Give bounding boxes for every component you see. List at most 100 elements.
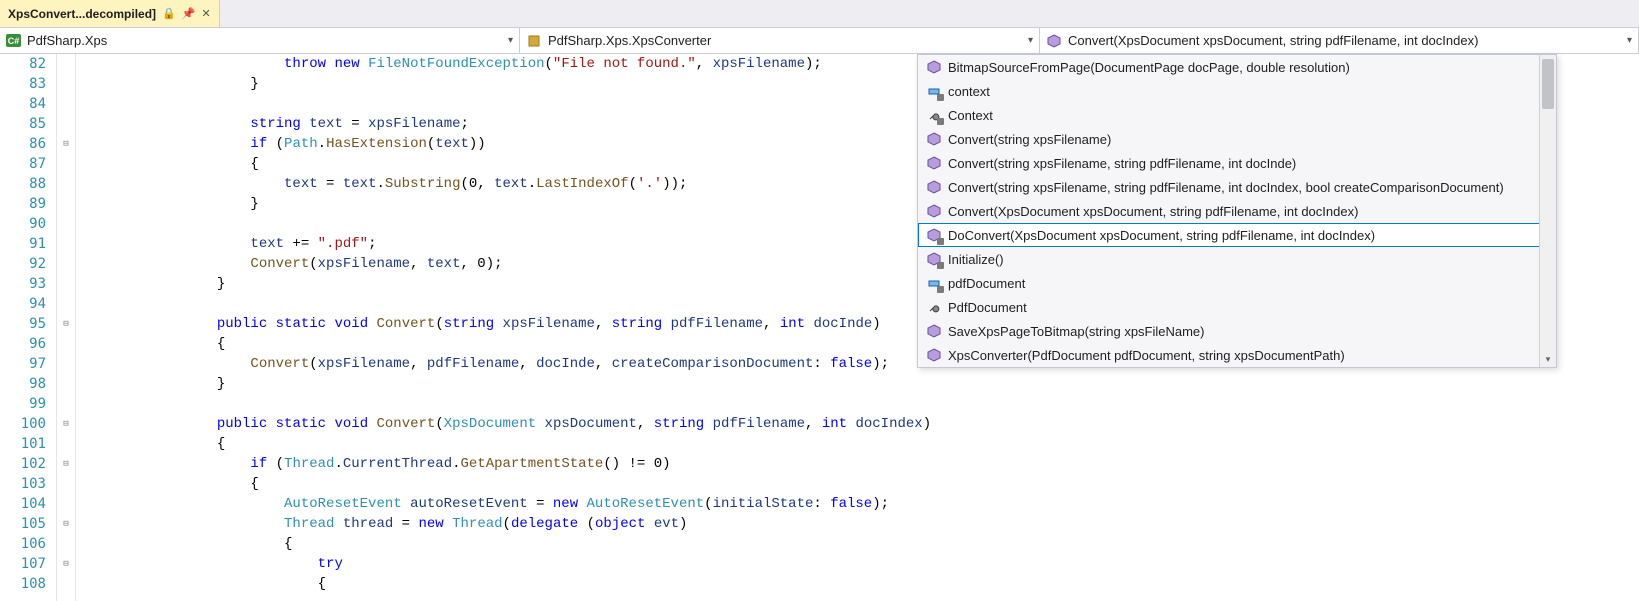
code-line[interactable]: { — [116, 434, 1639, 454]
method-icon — [926, 323, 942, 339]
scroll-thumb[interactable] — [1542, 59, 1554, 109]
member-list-item-label: Convert(XpsDocument xpsDocument, string … — [948, 204, 1358, 219]
member-list-item[interactable]: Initialize() — [918, 247, 1556, 271]
lock-icon: 🔒 — [162, 7, 176, 20]
member-list-item-label: BitmapSourceFromPage(DocumentPage docPag… — [948, 60, 1350, 75]
code-line[interactable]: { — [116, 474, 1639, 494]
namespace-label: PdfSharp.Xps — [27, 33, 502, 48]
method-icon — [926, 227, 942, 243]
namespace-dropdown[interactable]: C# PdfSharp.Xps ▾ — [0, 28, 520, 53]
line-number: 101 — [0, 434, 46, 454]
fold-marker[interactable]: ⊟ — [57, 414, 75, 434]
line-number: 83 — [0, 74, 46, 94]
fold-marker — [57, 154, 75, 174]
code-line[interactable]: } — [116, 374, 1639, 394]
member-list-item-label: pdfDocument — [948, 276, 1025, 291]
line-number: 97 — [0, 354, 46, 374]
fold-marker — [57, 114, 75, 134]
chevron-down-icon: ▾ — [1627, 35, 1632, 46]
member-list-item[interactable]: DoConvert(XpsDocument xpsDocument, strin… — [918, 223, 1556, 247]
member-list-item-label: XpsConverter(PdfDocument pdfDocument, st… — [948, 348, 1345, 363]
fold-marker — [57, 354, 75, 374]
fold-marker[interactable]: ⊟ — [57, 314, 75, 334]
member-list-item[interactable]: Convert(XpsDocument xpsDocument, string … — [918, 199, 1556, 223]
fold-marker — [57, 574, 75, 594]
member-list-item-label: DoConvert(XpsDocument xpsDocument, strin… — [948, 228, 1375, 243]
fold-marker — [57, 274, 75, 294]
fold-marker — [57, 54, 75, 74]
scroll-down-button[interactable]: ▾ — [1540, 351, 1556, 367]
member-list-item-label: Convert(string xpsFilename, string pdfFi… — [948, 156, 1296, 171]
line-number: 88 — [0, 174, 46, 194]
close-icon[interactable]: ✕ — [201, 7, 210, 20]
member-list-item[interactable]: BitmapSourceFromPage(DocumentPage docPag… — [918, 55, 1556, 79]
fold-gutter[interactable]: ⊟ ⊟ ⊟ ⊟ ⊟ ⊟ — [56, 54, 76, 601]
code-line[interactable]: try — [116, 554, 1639, 574]
member-list-item[interactable]: Convert(string xpsFilename) — [918, 127, 1556, 151]
line-number: 95 — [0, 314, 46, 334]
line-number: 106 — [0, 534, 46, 554]
line-number: 90 — [0, 214, 46, 234]
member-list-item-label: Initialize() — [948, 252, 1004, 267]
fold-marker[interactable]: ⊟ — [57, 454, 75, 474]
method-icon — [926, 203, 942, 219]
document-tab[interactable]: XpsConvert...decompiled] 🔒 📌 ✕ — [0, 0, 220, 27]
member-dropdown[interactable]: Convert(XpsDocument xpsDocument, string … — [1040, 28, 1639, 53]
line-number: 104 — [0, 494, 46, 514]
property-icon — [926, 107, 942, 123]
code-line[interactable]: { — [116, 534, 1639, 554]
method-icon — [926, 155, 942, 171]
fold-marker — [57, 74, 75, 94]
code-line[interactable]: { — [116, 574, 1639, 594]
method-icon — [926, 179, 942, 195]
popup-scrollbar[interactable]: ▴ ▾ — [1539, 55, 1556, 367]
pin-icon[interactable]: 📌 — [182, 7, 196, 20]
fold-marker[interactable]: ⊟ — [57, 134, 75, 154]
member-list-item[interactable]: XpsConverter(PdfDocument pdfDocument, st… — [918, 343, 1556, 367]
fold-marker[interactable]: ⊟ — [57, 554, 75, 574]
line-number: 100 — [0, 414, 46, 434]
line-number: 105 — [0, 514, 46, 534]
code-line[interactable]: if (Thread.CurrentThread.GetApartmentSta… — [116, 454, 1639, 474]
code-line[interactable]: AutoResetEvent autoResetEvent = new Auto… — [116, 494, 1639, 514]
method-icon — [926, 59, 942, 75]
document-tab-strip: XpsConvert...decompiled] 🔒 📌 ✕ — [0, 0, 1639, 28]
property-icon — [926, 299, 942, 315]
fold-marker — [57, 174, 75, 194]
class-dropdown[interactable]: PdfSharp.Xps.XpsConverter ▾ — [520, 28, 1040, 53]
field-icon — [926, 275, 942, 291]
line-number-gutter: 8283848586878889909192939495969798991001… — [0, 54, 56, 601]
member-list-popup[interactable]: ▴ ▾ BitmapSourceFromPage(DocumentPage do… — [917, 54, 1557, 368]
line-number: 93 — [0, 274, 46, 294]
line-number: 89 — [0, 194, 46, 214]
member-list-item[interactable]: PdfDocument — [918, 295, 1556, 319]
code-line[interactable] — [116, 394, 1639, 414]
line-number: 107 — [0, 554, 46, 574]
member-list-item[interactable]: Convert(string xpsFilename, string pdfFi… — [918, 175, 1556, 199]
method-icon — [926, 347, 942, 363]
line-number: 94 — [0, 294, 46, 314]
fold-marker — [57, 394, 75, 414]
fold-marker — [57, 434, 75, 454]
line-number: 103 — [0, 474, 46, 494]
member-list-item[interactable]: pdfDocument — [918, 271, 1556, 295]
line-number: 99 — [0, 394, 46, 414]
member-list-item[interactable]: Context — [918, 103, 1556, 127]
fold-marker — [57, 234, 75, 254]
line-number: 92 — [0, 254, 46, 274]
code-line[interactable]: public static void Convert(XpsDocument x… — [116, 414, 1639, 434]
fold-marker — [57, 374, 75, 394]
fold-marker — [57, 194, 75, 214]
member-list-item[interactable]: Convert(string xpsFilename, string pdfFi… — [918, 151, 1556, 175]
code-line[interactable]: Thread thread = new Thread(delegate (obj… — [116, 514, 1639, 534]
line-number: 85 — [0, 114, 46, 134]
fold-marker — [57, 294, 75, 314]
member-list-item[interactable]: SaveXpsPageToBitmap(string xpsFileName) — [918, 319, 1556, 343]
member-list-item-label: Convert(string xpsFilename) — [948, 132, 1111, 147]
fold-marker — [57, 214, 75, 234]
document-tab-title: XpsConvert...decompiled] — [8, 7, 156, 21]
member-list-item[interactable]: context — [918, 79, 1556, 103]
fold-marker[interactable]: ⊟ — [57, 514, 75, 534]
method-icon — [1046, 33, 1062, 49]
line-number: 86 — [0, 134, 46, 154]
